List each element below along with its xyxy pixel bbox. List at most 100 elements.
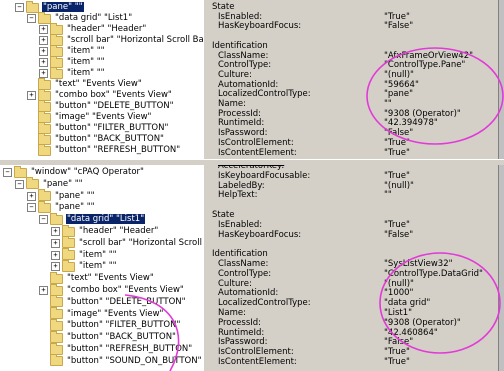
leaf-spacer <box>39 357 48 366</box>
tree-node[interactable]: "image" "Events View" <box>0 307 164 320</box>
expand-icon[interactable]: + <box>51 238 60 248</box>
collapse-icon[interactable]: − <box>27 14 36 23</box>
collapse-icon[interactable]: − <box>15 3 24 12</box>
collapse-icon[interactable]: − <box>3 168 12 177</box>
tree-node[interactable]: "button" "BACK_BUTTON" <box>0 330 177 343</box>
tree-node[interactable]: "button" "REFRESH_BUTTON" <box>0 143 181 156</box>
expand-icon[interactable]: + <box>51 250 60 260</box>
tree-node-label[interactable]: "item" "" <box>66 46 106 56</box>
expand-icon[interactable]: + <box>39 58 48 67</box>
tree-node[interactable]: "button" "SOUND_ON_BUTTON" <box>0 354 202 367</box>
folder-icon <box>62 259 75 272</box>
tree-node-label[interactable]: "combo box" "Events View" <box>66 285 185 295</box>
tree-node[interactable]: "image" "Events View" <box>0 110 152 123</box>
expand-icon[interactable]: + <box>51 227 60 236</box>
tree-node-label[interactable]: "text" "Events View" <box>54 79 143 89</box>
tree-node[interactable]: + "item" "" <box>0 66 106 79</box>
tree-node-label[interactable]: "button" "BACK_BUTTON" <box>66 332 177 342</box>
tree-node-label[interactable]: "button" "REFRESH_BUTTON" <box>66 344 193 354</box>
tree-node-label[interactable]: "button" "FILTER_BUTTON" <box>66 320 181 330</box>
tree-node-label[interactable]: "item" "" <box>66 68 106 78</box>
property-row: ControlType: "ControlType.Pane" <box>212 61 496 71</box>
tree-node-label[interactable]: "item" "" <box>66 57 106 67</box>
tree-node[interactable]: "button" "DELETE_BUTTON" <box>0 99 175 112</box>
tree-node-label[interactable]: "image" "Events View" <box>66 309 164 319</box>
top-properties-panel: State IsEnabled: "True" HasKeyboardFocus: "F… <box>208 0 498 159</box>
tree-node[interactable]: + "scroll bar" "Horizontal Scroll Bar" <box>0 236 203 249</box>
tree-node[interactable]: − "window" "cPAQ Operator" <box>0 165 145 178</box>
tree-node[interactable]: "button" "BACK_BUTTON" <box>0 132 165 145</box>
collapse-icon[interactable]: − <box>15 179 24 189</box>
tree-node-label[interactable]: "button" "SOUND_ON_BUTTON" <box>66 356 202 366</box>
tree-node-label[interactable]: "text" "Events View" <box>66 273 155 283</box>
tree-node[interactable]: "button" "FILTER_BUTTON" <box>0 121 169 134</box>
expand-icon[interactable]: + <box>27 91 36 100</box>
tree-node[interactable]: + "header" "Header" <box>0 224 159 237</box>
tree-node[interactable]: "button" "FILTER_BUTTON" <box>0 318 181 331</box>
tree-node[interactable]: − "pane" "" <box>0 200 96 213</box>
tree-node-label[interactable]: "scroll bar" "Horizontal Scroll Bar" <box>78 238 203 248</box>
expand-icon[interactable]: + <box>39 25 48 34</box>
tree-node-label[interactable]: "button" "DELETE_BUTTON" <box>66 297 187 307</box>
tree-node[interactable]: "text" "Events View" <box>0 271 155 284</box>
tree-node[interactable]: + "header" "Header" <box>0 22 147 35</box>
property-name: HasKeyboardFocus: <box>218 21 302 32</box>
folder-icon <box>38 143 51 156</box>
tree-node[interactable]: − "data grid" "List1" <box>0 11 133 24</box>
top-properties-scrollbar[interactable] <box>498 0 504 159</box>
tree-node-label[interactable]: "data grid" "List1" <box>66 214 146 225</box>
collapse-icon[interactable]: − <box>39 215 48 225</box>
expand-icon[interactable]: + <box>51 262 60 272</box>
tree-node-label[interactable]: "header" "Header" <box>66 24 147 34</box>
top-tree-panel[interactable]: − "pane" "" − "data grid" "List1" + "header" … <box>0 0 203 159</box>
tree-node[interactable]: − "data grid" "List1" <box>0 212 146 225</box>
tree-node-label[interactable]: "pane" "" <box>42 2 84 12</box>
folder-icon <box>50 318 63 331</box>
collapse-icon[interactable]: − <box>27 203 36 213</box>
expand-icon[interactable]: + <box>27 191 36 201</box>
tree-node-label[interactable]: "item" "" <box>78 261 118 271</box>
bottom-tree-panel[interactable]: − "window" "cPAQ Operator" − "pane" "" + "pan… <box>0 165 203 371</box>
expand-icon[interactable]: + <box>39 286 48 295</box>
property-value: "False" <box>384 229 414 240</box>
tree-node[interactable]: "button" "REFRESH_BUTTON" <box>0 342 193 355</box>
bottom-properties-scrollbar[interactable] <box>498 165 504 371</box>
tree-node[interactable]: + "scroll bar" "Horizontal Scroll Bar" <box>0 33 203 46</box>
folder-icon <box>62 224 75 237</box>
tree-node-label[interactable]: "window" "cPAQ Operator" <box>30 167 145 177</box>
folder-icon <box>38 200 51 213</box>
folder-icon <box>38 189 51 202</box>
tree-node[interactable]: + "combo box" "Events View" <box>0 283 185 296</box>
tree-node-label[interactable]: "data grid" "List1" <box>54 13 133 23</box>
property-name: ControlType: <box>218 268 272 279</box>
tree-node-label[interactable]: "button" "BACK_BUTTON" <box>54 134 165 144</box>
property-name: Identification <box>212 40 268 51</box>
property-row: Culture: "(null)" <box>212 70 496 81</box>
tree-node-label[interactable]: "header" "Header" <box>78 226 159 236</box>
tree-node-label[interactable]: "pane" "" <box>42 179 84 189</box>
tree-node[interactable]: "text" "Events View" <box>0 77 143 90</box>
tree-node-label[interactable]: "pane" "" <box>54 202 96 212</box>
tree-node[interactable]: + "item" "" <box>0 259 118 272</box>
tree-node[interactable]: + "pane" "" <box>0 189 96 202</box>
property-group-header: Identification <box>212 40 496 52</box>
tree-node-label[interactable]: "combo box" "Events View" <box>54 90 173 100</box>
property-row: LocalizedControlType: "pane" <box>212 90 496 100</box>
tree-node-label[interactable]: "item" "" <box>78 250 118 260</box>
tree-node-label[interactable]: "button" "FILTER_BUTTON" <box>54 123 169 133</box>
tree-node-label[interactable]: "image" "Events View" <box>54 112 152 122</box>
tree-node[interactable]: + "item" "" <box>0 248 118 261</box>
property-row: ControlType: "ControlType.DataGrid" <box>212 268 496 280</box>
leaf-spacer <box>27 113 36 122</box>
tree-node[interactable]: + "combo box" "Events View" <box>0 88 173 101</box>
property-row: HasKeyboardFocus: "False" <box>212 22 496 32</box>
folder-icon <box>50 295 63 308</box>
tree-node-label[interactable]: "scroll bar" "Horizontal Scroll Bar" <box>66 35 203 45</box>
expand-icon[interactable]: + <box>39 47 48 56</box>
tree-node-label[interactable]: "button" "DELETE_BUTTON" <box>54 101 175 111</box>
property-name: IsContentElement: <box>218 147 297 158</box>
expand-icon[interactable]: + <box>39 36 48 45</box>
tree-node-label[interactable]: "button" "REFRESH_BUTTON" <box>54 145 181 155</box>
tree-node[interactable]: "button" "DELETE_BUTTON" <box>0 295 187 308</box>
tree-node-label[interactable]: "pane" "" <box>54 191 96 201</box>
